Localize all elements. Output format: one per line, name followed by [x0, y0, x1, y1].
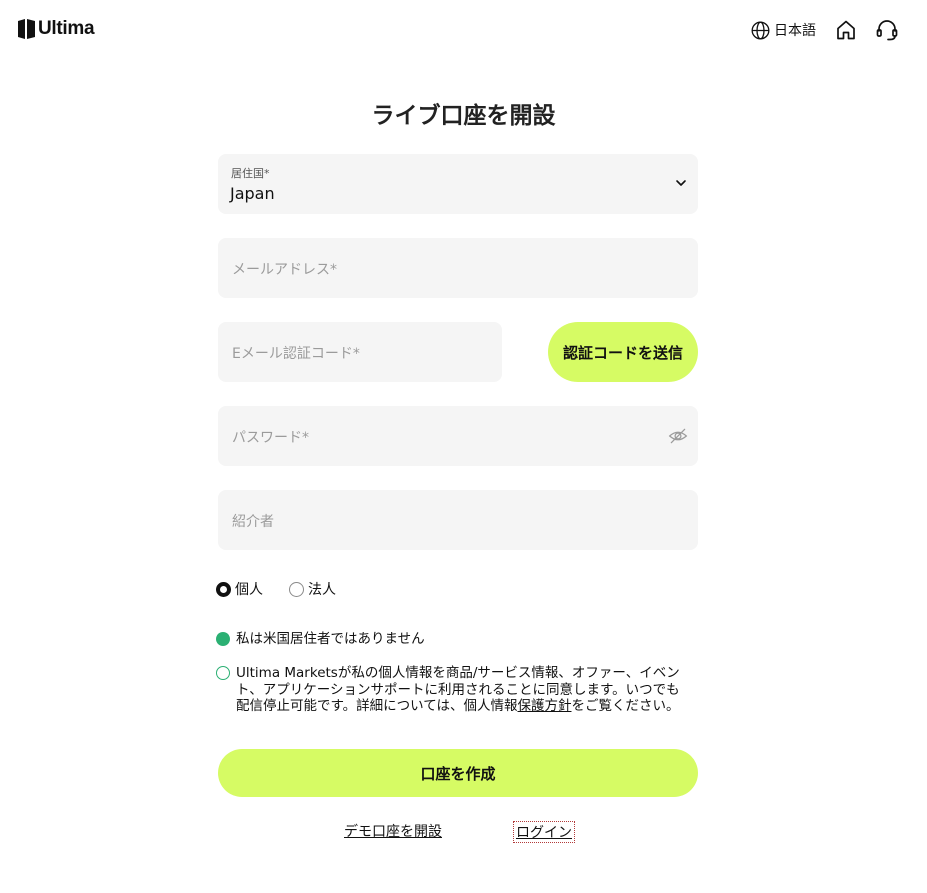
language-label: 日本語	[774, 23, 816, 39]
consent-text: Ultima Marketsが私の個人情報を商品/サービス情報、オファー、イベン…	[236, 665, 691, 715]
country-value: Japan	[230, 184, 275, 203]
referrer-placeholder: 紹介者	[232, 514, 274, 530]
chevron-down-icon	[676, 180, 686, 186]
radio-corporate-label: 法人	[308, 582, 336, 598]
referrer-field[interactable]: 紹介者	[218, 490, 698, 550]
not-us-resident-checkbox[interactable]	[216, 632, 230, 646]
headset-icon[interactable]	[875, 18, 899, 42]
password-placeholder: パスワード*	[232, 430, 309, 446]
consent-row: Ultima Marketsが私の個人情報を商品/サービス情報、オファー、イベン…	[216, 665, 696, 715]
not-us-resident-text: 私は米国居住者ではありません	[236, 631, 425, 647]
language-selector[interactable]: 日本語	[750, 20, 816, 41]
login-link[interactable]: ログイン	[513, 821, 575, 843]
eye-off-icon[interactable]	[668, 426, 688, 446]
not-us-resident-row: 私は米国居住者ではありません	[216, 631, 425, 648]
radio-corporate[interactable]: 法人	[289, 579, 336, 599]
email-field[interactable]: メールアドレス*	[218, 238, 698, 298]
country-select[interactable]: 居住国* Japan	[218, 154, 698, 214]
send-code-button[interactable]: 認証コードを送信	[548, 322, 698, 382]
consent-checkbox[interactable]	[216, 666, 230, 680]
logo-mark-icon	[18, 19, 35, 39]
consent-text-after: をご覧ください。	[571, 698, 680, 714]
radio-individual[interactable]: 個人	[216, 579, 263, 599]
header: Ultima 日本語	[0, 0, 927, 60]
globe-icon	[751, 21, 770, 39]
logo-text: Ultima	[38, 18, 95, 39]
home-icon[interactable]	[834, 18, 858, 42]
country-label: 居住国*	[231, 167, 270, 180]
email-code-placeholder: Eメール認証コード*	[232, 346, 360, 362]
create-account-button[interactable]: 口座を作成	[218, 749, 698, 797]
header-actions: 日本語	[750, 18, 899, 42]
email-code-field[interactable]: Eメール認証コード*	[218, 322, 502, 382]
logo[interactable]: Ultima	[18, 18, 95, 40]
demo-account-link[interactable]: デモ口座を開設	[344, 821, 442, 841]
privacy-policy-link[interactable]: 保護方針	[517, 698, 571, 714]
radio-individual-label: 個人	[235, 582, 263, 598]
radio-individual-dot	[216, 581, 231, 597]
page-title: ライブ口座を開設	[371, 103, 556, 129]
password-field[interactable]: パスワード*	[218, 406, 698, 466]
account-type-group: 個人 法人	[216, 579, 362, 599]
radio-corporate-dot	[289, 581, 304, 597]
email-placeholder: メールアドレス*	[232, 262, 337, 278]
